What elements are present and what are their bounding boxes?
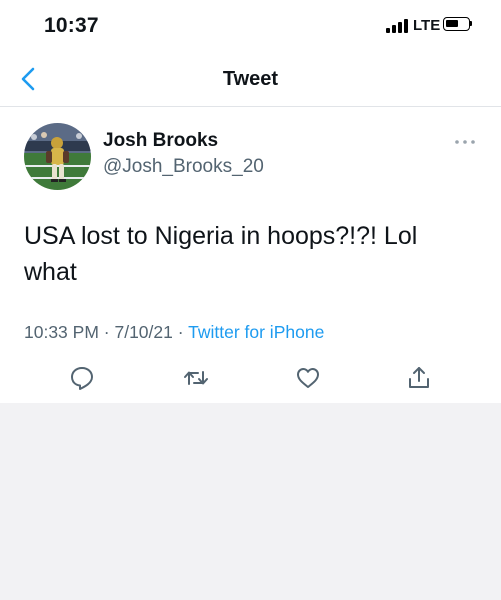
- page-title: Tweet: [222, 68, 279, 90]
- tweet-text: USA lost to Nigeria in hoops?!?! Lol wha…: [24, 222, 418, 286]
- share-button[interactable]: [405, 364, 433, 392]
- battery-icon: [443, 17, 472, 31]
- status-time: 10:37: [44, 14, 99, 37]
- tweet-metadata: 10:33 PM · 7/10/21 · Twitter for iPhone: [24, 322, 324, 343]
- retweet-button[interactable]: [182, 364, 210, 392]
- status-bar: 10:37 LTE: [0, 0, 501, 52]
- tweet-actions: [0, 360, 501, 396]
- author-name[interactable]: Josh Brooks: [103, 130, 218, 152]
- heart-icon: [297, 368, 319, 388]
- tweet-source-link[interactable]: Twitter for iPhone: [188, 322, 324, 342]
- tweet-date: 7/10/21: [114, 322, 173, 342]
- meta-separator: ·: [177, 322, 189, 342]
- cellular-signal-icon: [386, 19, 410, 33]
- tweet-time: 10:33 PM: [24, 322, 99, 342]
- more-options-button[interactable]: [454, 135, 476, 147]
- like-button[interactable]: [294, 364, 322, 392]
- network-type: LTE: [413, 17, 441, 34]
- author-handle[interactable]: @Josh_Brooks_20: [103, 156, 264, 178]
- share-icon: [409, 367, 429, 388]
- avatar[interactable]: [24, 123, 91, 190]
- meta-separator: ·: [103, 322, 115, 342]
- retweet-icon: [184, 371, 208, 385]
- reply-button[interactable]: [68, 364, 96, 392]
- more-horizontal-icon: [455, 140, 475, 144]
- tweet-screen: 10:37 LTE Tweet Josh Brooks @Josh_Brooks…: [0, 0, 501, 403]
- reply-icon: [71, 367, 93, 390]
- navigation-bar: Tweet: [0, 52, 501, 107]
